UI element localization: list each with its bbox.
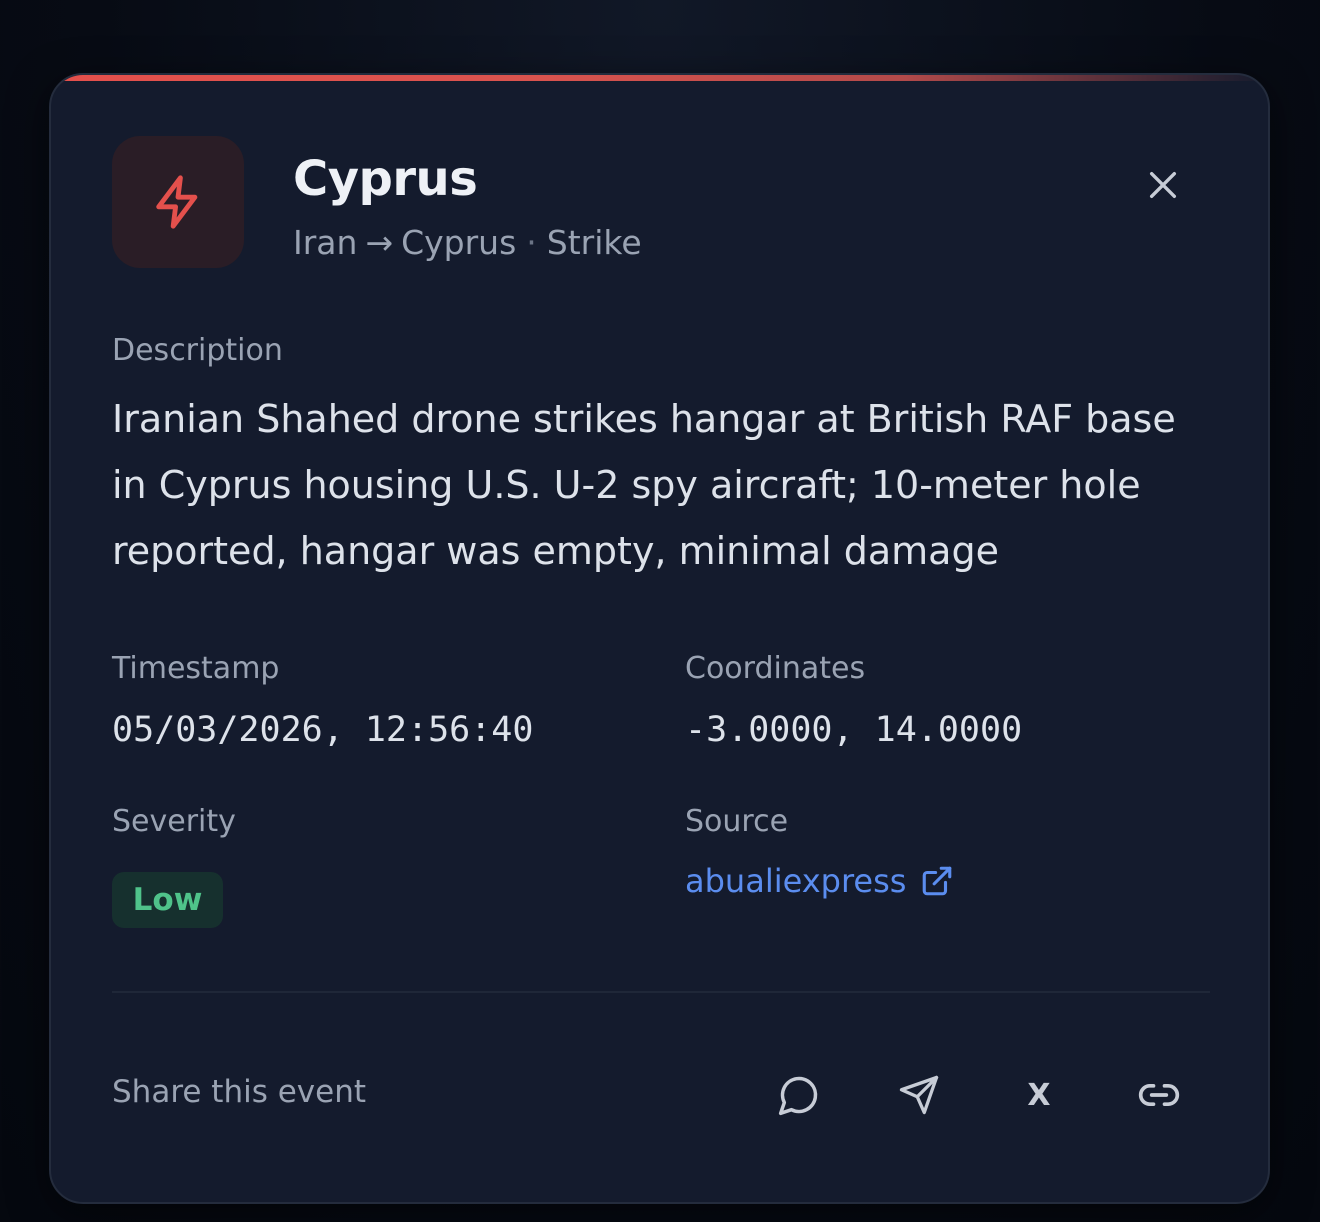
severity-label: Severity — [112, 804, 236, 839]
close-icon — [1149, 171, 1177, 199]
external-link-icon — [923, 866, 952, 896]
card-accent-bar — [51, 75, 1268, 81]
arrow-right-icon: → — [365, 223, 394, 262]
share-telegram-button[interactable] — [892, 1068, 946, 1122]
source-label: Source — [685, 804, 789, 839]
description-text: Iranian Shahed drone strikes hangar at B… — [112, 397, 1176, 573]
severity-badge: Low — [112, 872, 223, 928]
event-type: Strike — [546, 223, 642, 262]
coordinates-label: Coordinates — [685, 651, 866, 686]
separator-dot: · — [526, 223, 537, 262]
share-whatsapp-button[interactable] — [772, 1068, 826, 1122]
section-divider — [112, 991, 1210, 993]
share-x-button[interactable]: X — [1012, 1068, 1066, 1122]
copy-link-button[interactable] — [1132, 1068, 1186, 1122]
share-label: Share this event — [112, 1074, 367, 1110]
telegram-send-icon — [899, 1075, 939, 1115]
event-type-icon-tile — [112, 136, 244, 268]
timestamp-label: Timestamp — [112, 651, 280, 686]
source-link-text: abualiexpress — [685, 862, 907, 900]
target-country: Cyprus — [401, 223, 517, 262]
x-icon: X — [1027, 1077, 1051, 1113]
origin-country: Iran — [293, 223, 358, 262]
timestamp-value: 05/03/2026, 12:56:40 — [112, 710, 534, 750]
event-subtitle: Iran → Cyprus · Strike — [293, 221, 642, 265]
event-detail-card: Cyprus Iran → Cyprus · Strike Description Ir… — [49, 73, 1270, 1204]
description-label: Description — [112, 333, 283, 368]
event-title: Cyprus — [293, 151, 478, 207]
whatsapp-chat-icon — [778, 1076, 818, 1116]
close-button[interactable] — [1137, 159, 1189, 211]
lightning-bolt-icon — [156, 175, 198, 229]
source-link[interactable]: abualiexpress — [685, 859, 954, 903]
coordinates-value: -3.0000, 14.0000 — [685, 710, 1023, 750]
copy-link-icon — [1138, 1084, 1180, 1106]
